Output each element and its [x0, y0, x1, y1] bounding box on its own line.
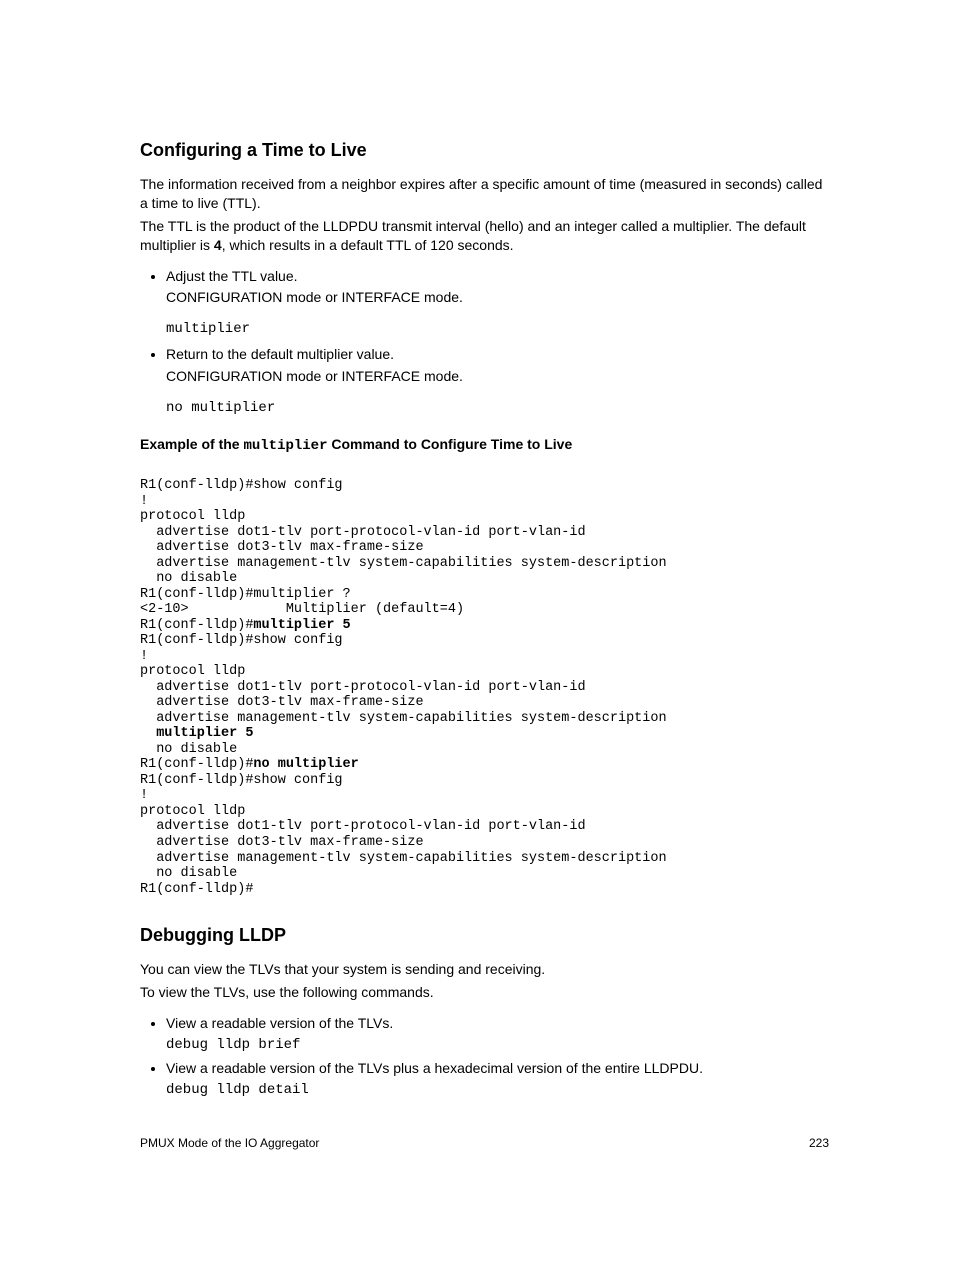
example-label-prefix: Example of the [140, 436, 243, 452]
ttl-sub-mode-1: CONFIGURATION mode or INTERFACE mode. [166, 288, 829, 307]
debug-code-brief: debug lldp brief [166, 1036, 829, 1055]
paragraph-ttl-desc: The TTL is the product of the LLDPDU tra… [140, 217, 829, 255]
section-heading-debug: Debugging LLDP [140, 925, 829, 946]
code-block-3b: R1(conf-lldp)#show config ! protocol lld… [140, 773, 667, 897]
paragraph-debug-intro: You can view the TLVs that your system i… [140, 960, 829, 979]
ttl-bullet-list-2: Return to the default multiplier value. [140, 345, 829, 364]
ttl-code-multiplier: multiplier [166, 321, 829, 337]
ttl-default-multiplier: 4 [214, 237, 222, 253]
ttl-sub-mode-2: CONFIGURATION mode or INTERFACE mode. [166, 367, 829, 386]
debug-bullet-list: View a readable version of the TLVs. [140, 1014, 829, 1033]
example-heading: Example of the multiplier Command to Con… [140, 436, 829, 454]
code-block-1: R1(conf-lldp)#show config ! protocol lld… [140, 478, 667, 633]
ttl-bullet-default: Return to the default multiplier value. [166, 345, 829, 364]
example-cmd: multiplier [243, 438, 327, 454]
code-bold-mult5: multiplier 5 [253, 618, 350, 633]
footer-page-number: 223 [809, 1136, 829, 1150]
footer-left: PMUX Mode of the IO Aggregator [140, 1136, 319, 1150]
ttl-desc-suffix: , which results in a default TTL of 120 … [222, 237, 514, 253]
code-block-2: R1(conf-lldp)#show config ! protocol lld… [140, 633, 667, 726]
debug-bullet-brief: View a readable version of the TLVs. [166, 1014, 829, 1033]
section-heading-ttl: Configuring a Time to Live [140, 140, 829, 161]
debug-bullet-list-2: View a readable version of the TLVs plus… [140, 1059, 829, 1078]
ttl-bullet-list: Adjust the TTL value. [140, 267, 829, 286]
page-footer: PMUX Mode of the IO Aggregator 223 [140, 1136, 829, 1150]
code-bold-nomult: no multiplier [253, 757, 358, 772]
page-content: Configuring a Time to Live The informati… [0, 0, 954, 1268]
debug-bullet-detail: View a readable version of the TLVs plus… [166, 1059, 829, 1078]
example-label-suffix: Command to Configure Time to Live [327, 436, 572, 452]
paragraph-ttl-intro: The information received from a neighbor… [140, 175, 829, 213]
code-bold-mult5-out: multiplier 5 [140, 726, 253, 741]
code-block-3a: no disable R1(conf-lldp)# [140, 742, 253, 773]
ttl-bullet-adjust: Adjust the TTL value. [166, 267, 829, 286]
example-output-1: R1(conf-lldp)#show config ! protocol lld… [140, 478, 829, 897]
debug-code-detail: debug lldp detail [166, 1081, 829, 1100]
ttl-code-no-multiplier: no multiplier [166, 400, 829, 416]
paragraph-debug-cmds: To view the TLVs, use the following comm… [140, 983, 829, 1002]
